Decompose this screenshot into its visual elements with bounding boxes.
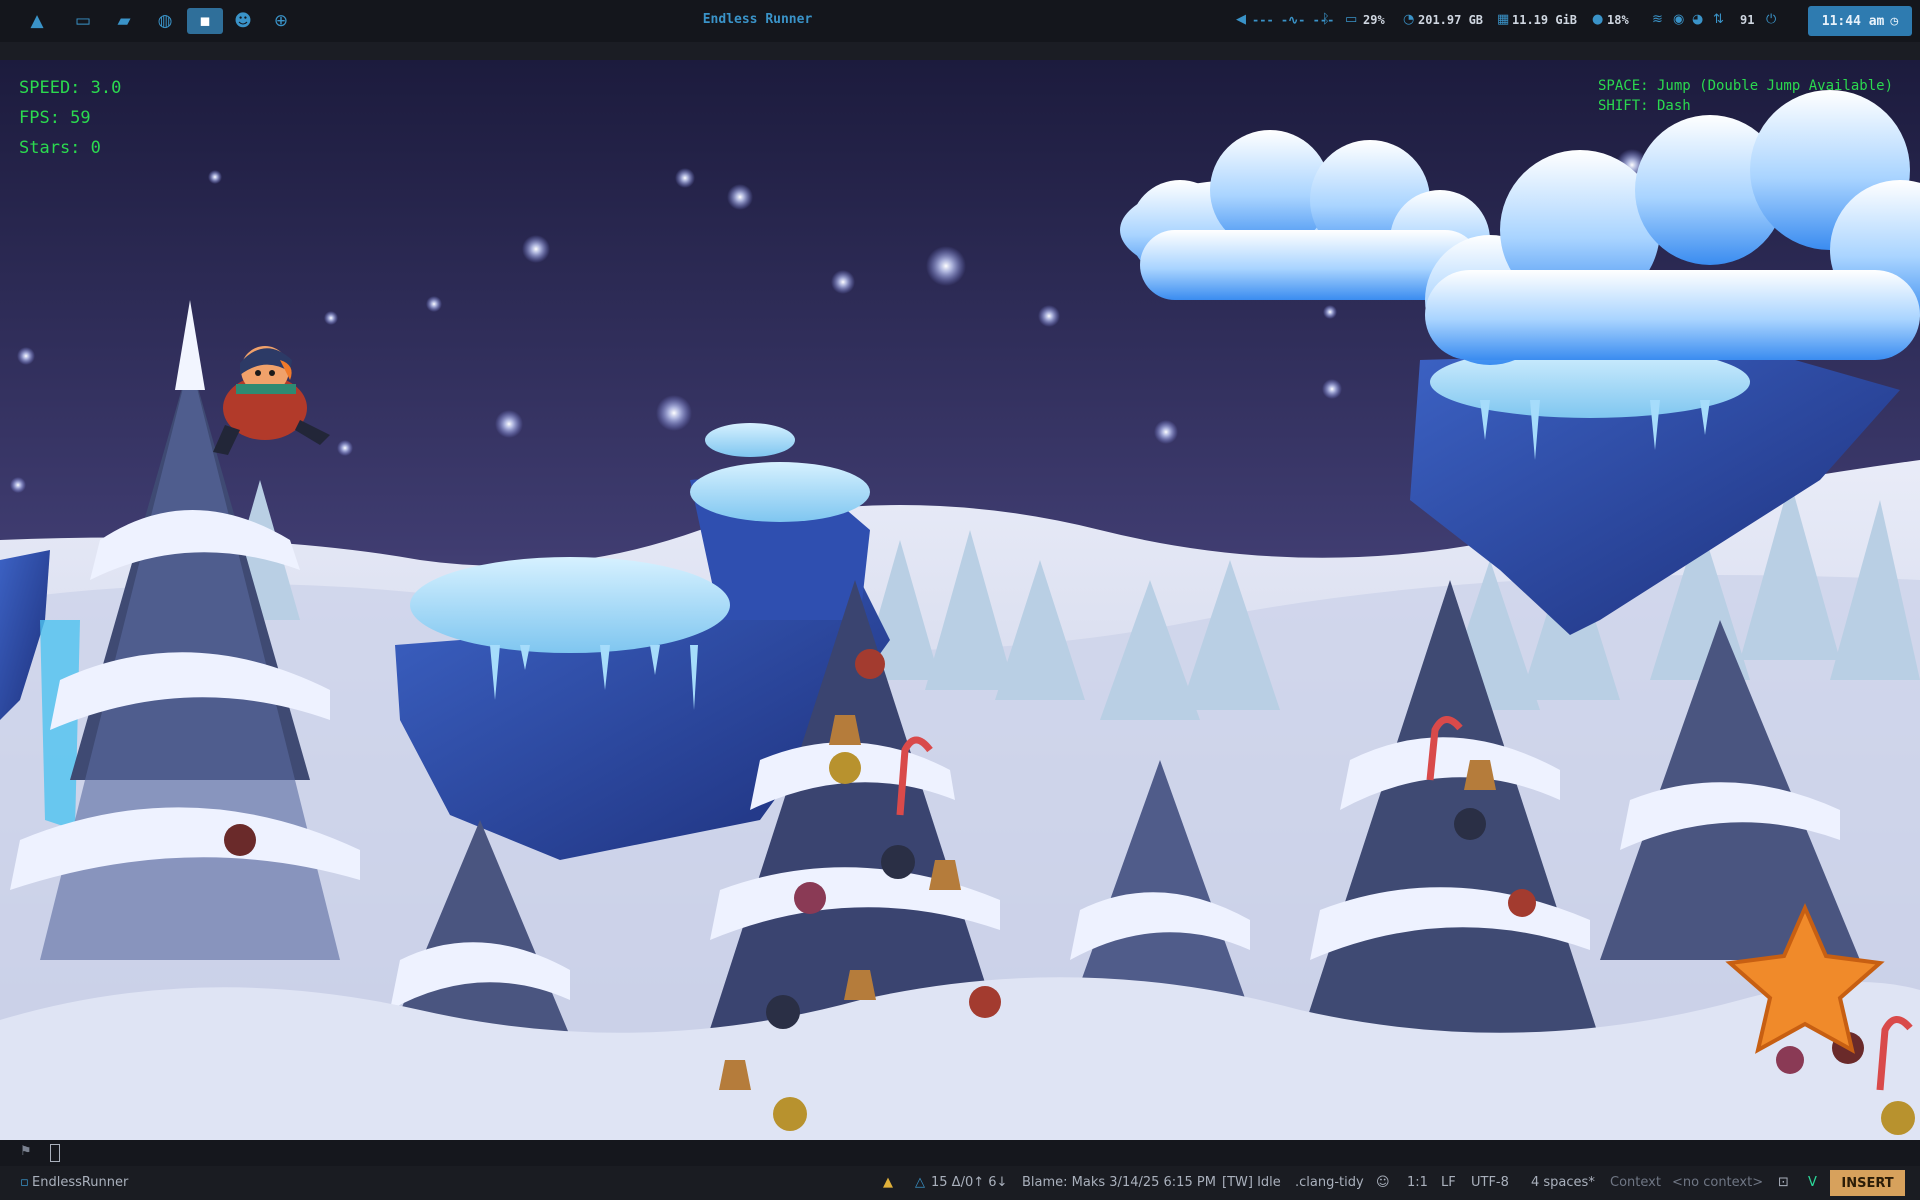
battery-level: 29%	[1363, 13, 1385, 27]
user-icon[interactable]: ◕	[1692, 12, 1703, 27]
power-icon[interactable]: ⏻	[1766, 12, 1776, 27]
text-cursor	[50, 1144, 60, 1162]
vpn-icon[interactable]: ◉	[1673, 12, 1684, 27]
updates-icon[interactable]: ⇅	[1713, 12, 1724, 27]
cpu-usage: 18%	[1607, 13, 1629, 27]
lock-icon[interactable]: ⊡	[1778, 1175, 1789, 1190]
bluetooth-icon[interactable]: ᛒ	[1322, 12, 1330, 27]
disk-usage: 201.97 GB	[1418, 13, 1484, 27]
game-canvas[interactable]: SPEED: 3.0 FPS: 59 Stars: 0 SPACE: Jump …	[0, 60, 1920, 1140]
help-jump: SPACE: Jump (Double Jump Available)	[1598, 78, 1894, 94]
project-icon: ▫	[20, 1175, 29, 1190]
git-status[interactable]: 15 Δ/0↑ 6↓	[931, 1175, 1007, 1190]
status-bar: ▫ EndlessRunner ▲ △ 15 Δ/0↑ 6↓ Blame: Ma…	[0, 1166, 1920, 1200]
flag-icon: ⚑	[20, 1144, 32, 1159]
taskwarrior-status[interactable]: [TW] Idle	[1222, 1175, 1281, 1190]
project-name[interactable]: EndlessRunner	[32, 1175, 128, 1190]
context-value[interactable]: <no context>	[1672, 1175, 1763, 1190]
copilot-icon[interactable]: ☺	[1376, 1175, 1390, 1190]
git-icon: △	[915, 1175, 925, 1190]
fps-display: FPS: 59	[19, 108, 91, 128]
top-bar: ▲ ▭ ▰ ◍ ▪ ☻ ⊕ Endless Runner ◀ --- -∿- -…	[0, 0, 1920, 42]
file-encoding[interactable]: UTF-8	[1471, 1175, 1509, 1190]
memory-icon: ▦	[1497, 12, 1510, 27]
clock-icon: ◷	[1890, 13, 1899, 29]
clock-time: 11:44 am	[1821, 13, 1885, 29]
mode-indicator: INSERT	[1830, 1170, 1905, 1196]
volume-icon[interactable]: ◀	[1236, 12, 1246, 27]
line-ending[interactable]: LF	[1441, 1175, 1456, 1190]
memory-usage: 11.19 GiB	[1512, 13, 1578, 27]
speed-display: SPEED: 3.0	[19, 78, 122, 98]
stars-counter: Stars: 0	[19, 138, 101, 158]
vim-icon: V	[1808, 1175, 1817, 1190]
ide-tab-strip	[0, 42, 1920, 62]
help-dash: SHIFT: Dash	[1598, 98, 1691, 114]
clock[interactable]: 11:44 am ◷	[1808, 6, 1912, 36]
warning-icon[interactable]: ▲	[883, 1175, 893, 1190]
battery-icon: ▭	[1345, 12, 1358, 27]
cpu-icon: ●	[1592, 12, 1604, 27]
game-scene	[0, 60, 1920, 1140]
disk-icon: ◔	[1403, 12, 1415, 27]
git-blame[interactable]: Blame: Maks 3/14/25 6:15 PM	[1022, 1175, 1216, 1190]
cursor-position[interactable]: 1:1	[1407, 1175, 1428, 1190]
context-label: Context	[1610, 1175, 1661, 1190]
linter-status[interactable]: .clang-tidy	[1295, 1175, 1364, 1190]
wifi-icon[interactable]: ≋	[1652, 12, 1663, 27]
indentation[interactable]: 4 spaces*	[1531, 1175, 1595, 1190]
updates-count: 91	[1740, 13, 1755, 27]
